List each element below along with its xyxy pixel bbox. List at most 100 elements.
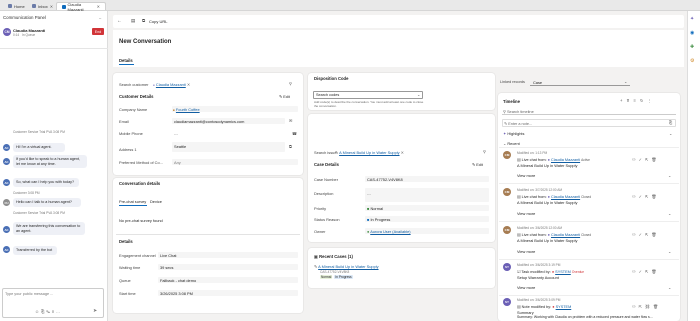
tab-underline xyxy=(119,64,134,65)
end-button[interactable]: End xyxy=(92,28,104,35)
timeline-title: Timeline xyxy=(503,99,520,104)
company-value[interactable]: ■ Fourth Coffee xyxy=(173,107,200,112)
send-icon[interactable]: ➤ xyxy=(93,308,97,314)
case-field-label: Case Number xyxy=(314,177,339,182)
view-more-link[interactable]: View more xyxy=(517,285,535,290)
tab-conversation[interactable]: Claudia Mazzanti ✕ xyxy=(56,2,106,12)
message-bubble: We are transferring this conversation to… xyxy=(13,222,85,236)
command-bar xyxy=(113,15,684,28)
close-icon[interactable]: ✕ xyxy=(50,4,53,9)
disposition-hint: Add code(s) to describe the conversation… xyxy=(314,100,424,108)
chevron-down-icon[interactable]: ⌄ xyxy=(668,173,671,178)
recent-cases-title: ▣ Recent Cases (1) xyxy=(314,254,353,259)
bot-avatar: AC xyxy=(3,246,10,253)
chevron-down-icon[interactable]: ⌄ xyxy=(668,211,671,216)
search-icon[interactable]: ⚲ xyxy=(483,149,486,154)
customer-lookup[interactable]: ● Claudia Mazzanti ✕ xyxy=(153,82,190,87)
home-icon xyxy=(8,4,12,8)
linked-records-select[interactable] xyxy=(530,79,630,86)
timeline-desc: Setup Warranty Account xyxy=(517,275,559,280)
timeline-modified: Modified on: 3/6/2025 3:19 PM xyxy=(517,263,561,267)
detail-label: Engagement channel xyxy=(119,253,156,258)
close-icon[interactable]: ✕ xyxy=(97,4,100,9)
assign-icon[interactable]: ⚇ xyxy=(632,304,639,309)
more-icon[interactable]: ⋯ xyxy=(56,309,62,314)
assign-icon[interactable]: ⚇ xyxy=(632,232,639,237)
timeline-item-title: ▤ Note modified by: ● SYSTEM xyxy=(517,305,572,309)
assign-icon[interactable]: ⚇ xyxy=(632,194,639,199)
item-actions: ⚇✓⇱🗑 xyxy=(632,194,659,199)
view-more-link[interactable]: View more xyxy=(517,173,535,178)
item-actions: ⚇⇱⛓🗑 xyxy=(632,304,661,309)
form-header xyxy=(113,30,684,67)
back-icon[interactable]: ← xyxy=(117,18,122,24)
attach-icon[interactable]: ⎘ xyxy=(669,120,672,125)
chevron-down-icon[interactable]: ⌄ xyxy=(624,79,627,84)
search-icon[interactable]: ⚲ xyxy=(289,81,292,86)
address-field[interactable] xyxy=(172,142,285,152)
avatar: SY xyxy=(503,298,511,306)
tab-details[interactable]: Details xyxy=(119,58,133,63)
issue-lookup[interactable]: ✎ A Mineral Build Up in Water Supply ✕ xyxy=(335,150,404,155)
view-more-link[interactable]: View more xyxy=(517,249,535,254)
edit-case-button[interactable]: ✎ Edit xyxy=(472,162,483,167)
recent-case-link[interactable]: ✎ A Mineral Build Up in Water Supply xyxy=(314,264,379,269)
assign-icon[interactable]: ⚇ xyxy=(632,157,639,162)
mobile-value[interactable]: --- xyxy=(174,131,178,136)
priority-field[interactable] xyxy=(365,205,489,211)
mail-icon[interactable]: ✉ xyxy=(289,118,292,123)
delete-icon[interactable]: 🗑 xyxy=(651,232,659,237)
smart-assist-icon[interactable]: ◉ xyxy=(690,30,694,36)
tab-inbox[interactable]: Inbox ✕ xyxy=(27,2,58,10)
preferred-method-value: Any xyxy=(174,160,181,165)
detail-label: Waiting time xyxy=(119,265,141,270)
more-icon[interactable]: ⋮ xyxy=(648,98,656,103)
link-icon[interactable]: ⛓ xyxy=(645,304,653,309)
chevron-down-icon[interactable]: ⌄ xyxy=(668,249,671,254)
filter-icon[interactable]: ⊽ xyxy=(626,98,633,103)
save-icon[interactable]: ▤ xyxy=(131,18,135,24)
tab-home[interactable]: Home xyxy=(3,2,30,10)
chevron-down-icon[interactable]: ⌄ xyxy=(417,92,420,97)
case-field-label: Owner xyxy=(314,229,326,234)
detail-value: Fallback - chat demo xyxy=(160,278,197,283)
assign-icon[interactable]: ⚇ xyxy=(632,269,639,274)
tab-pre-chat-survey[interactable]: Pre-chat survey xyxy=(119,199,146,204)
knowledge-icon[interactable]: ✚ xyxy=(690,44,694,50)
recent-toggle[interactable]: ⌄ Recent xyxy=(503,141,520,146)
avatar: CM xyxy=(3,28,11,36)
detail-label: Start time xyxy=(119,291,136,296)
view-more-link[interactable]: View more xyxy=(517,211,535,216)
bot-avatar: AC xyxy=(3,179,10,186)
bot-avatar: AC xyxy=(3,226,10,233)
customer-details-title: Customer Details xyxy=(119,94,154,99)
delete-icon[interactable]: 🗑 xyxy=(651,269,659,274)
copy-icon[interactable]: ⧉ xyxy=(289,144,292,149)
message-bubble: If you'd like to speak to a human agent,… xyxy=(13,155,87,169)
composer-toolbar: ☺⎘✎⚲⋯ xyxy=(35,309,62,314)
delete-icon[interactable]: 🗑 xyxy=(651,194,659,199)
description-field[interactable] xyxy=(365,188,489,202)
timeline-desc: A Mineral Build Up in Water Supply xyxy=(517,163,578,168)
copilot-icon[interactable]: ✦ xyxy=(690,16,694,22)
refresh-icon[interactable]: ↻ xyxy=(640,98,648,103)
delete-icon[interactable]: 🗑 xyxy=(653,304,661,309)
productivity-icon[interactable]: ⚙ xyxy=(690,58,694,64)
copy-icon[interactable]: ⧉ xyxy=(142,18,145,23)
copy-url-button[interactable]: Copy URL xyxy=(149,19,167,24)
timeline-search-placeholder: ⚲ Search timeline xyxy=(503,109,534,114)
owner-value[interactable]: ● Aurora User (Available) xyxy=(367,229,411,234)
highlights-toggle[interactable]: ✦ Highlights xyxy=(503,131,524,136)
chevron-down-icon[interactable]: ⌄ xyxy=(668,285,671,290)
tab-device[interactable]: Device xyxy=(150,199,162,204)
delete-icon[interactable]: 🗑 xyxy=(651,157,659,162)
divider xyxy=(116,234,300,235)
minimize-icon[interactable]: – xyxy=(99,15,101,20)
address-value: Seattle xyxy=(174,144,187,149)
disposition-title: Disposition Code xyxy=(314,76,349,81)
page-title: New Conversation xyxy=(119,39,172,45)
chevron-down-icon[interactable]: ⌄ xyxy=(669,131,672,136)
edit-customer-button[interactable]: ✎ Edit xyxy=(279,94,290,99)
preferred-method-field[interactable] xyxy=(172,159,298,165)
phone-icon[interactable]: ☎ xyxy=(292,131,297,136)
